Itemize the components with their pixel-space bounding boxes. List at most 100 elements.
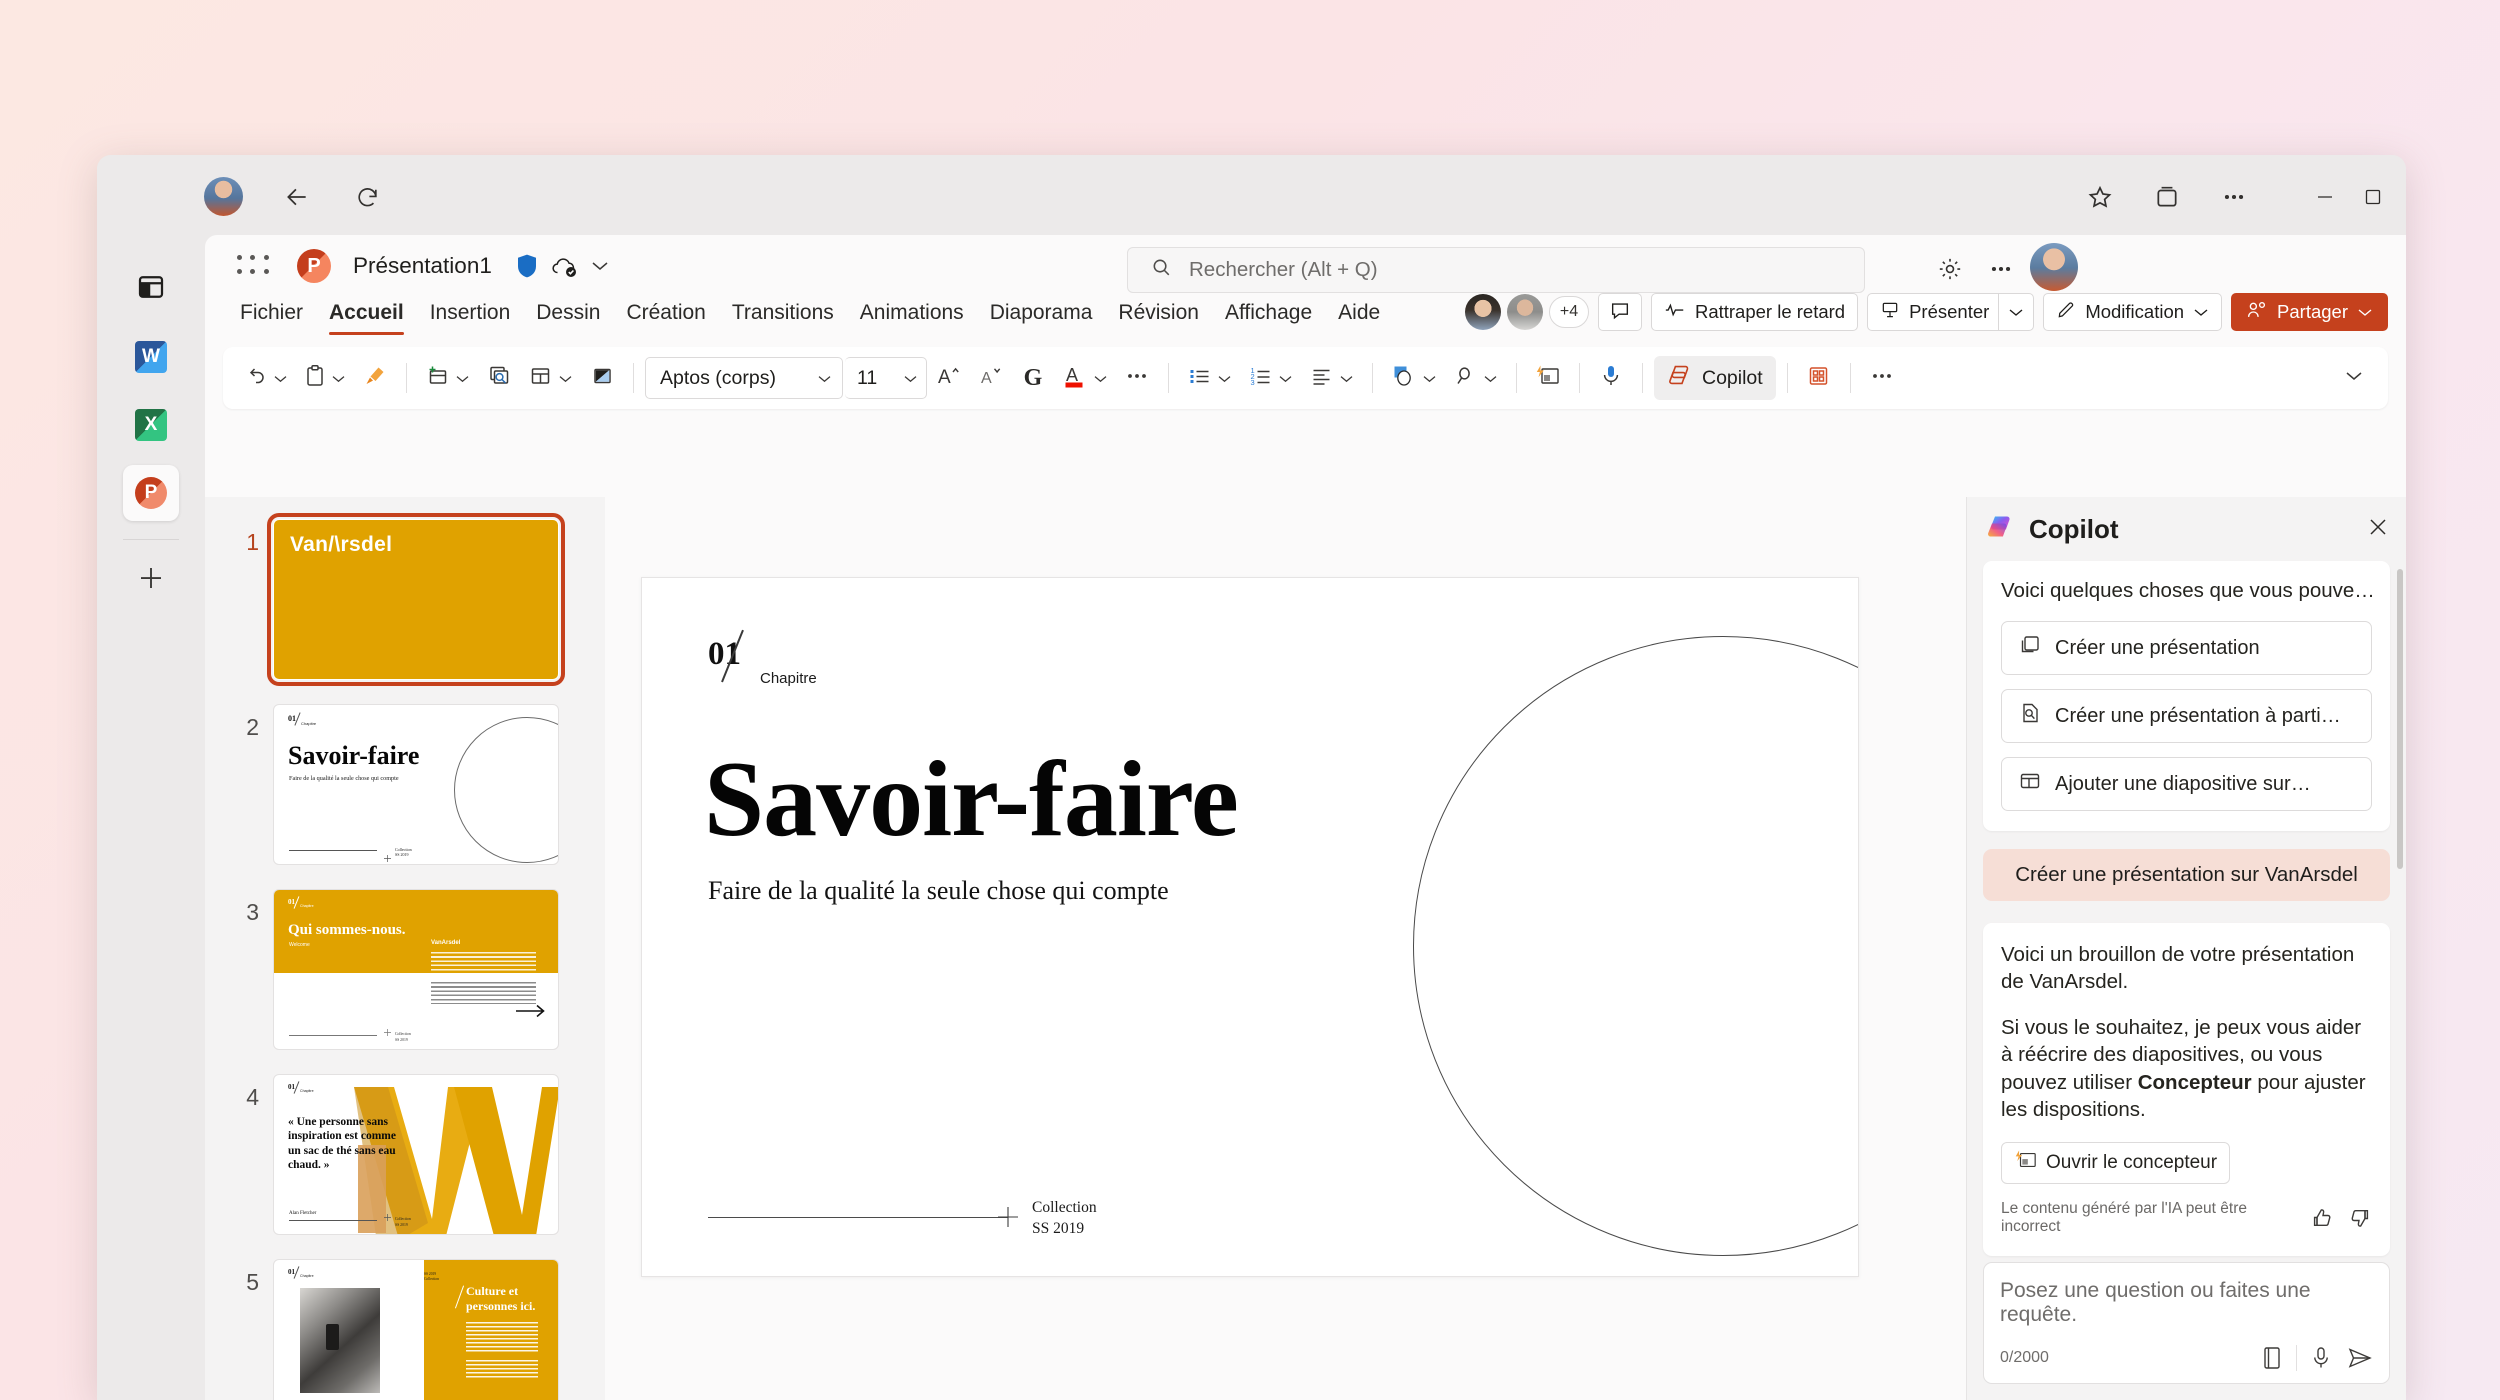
search-input[interactable]: Rechercher (Alt + Q) <box>1127 247 1865 293</box>
align-button[interactable] <box>1302 356 1361 400</box>
slide-thumbnail-3[interactable]: 01 Chapitre Qui sommes-nous. Welcome Van… <box>273 889 559 1050</box>
tab-revision[interactable]: Révision <box>1105 297 1212 325</box>
scrollbar[interactable] <box>2397 569 2403 869</box>
suggestion-create-from-file[interactable]: Créer une présentation à parti… <box>2001 689 2372 743</box>
close-icon[interactable] <box>2366 515 2390 544</box>
slide-thumbnail-5[interactable]: 01 Chapitre SS 2019 Collection Culture et… <box>273 1259 559 1400</box>
undo-button[interactable] <box>237 356 295 400</box>
format-painter-button[interactable] <box>355 356 395 400</box>
gear-icon[interactable] <box>1930 249 1970 289</box>
copilot-input-placeholder[interactable]: Posez une question ou faites une requête… <box>2000 1279 2373 1327</box>
copilot-prompt-box[interactable]: Posez une question ou faites une requête… <box>1983 1262 2390 1384</box>
find-button[interactable] <box>1446 356 1505 400</box>
browser-more-icon[interactable] <box>2212 175 2256 219</box>
collaborator-avatar[interactable] <box>1464 294 1501 330</box>
tab-fichier[interactable]: Fichier <box>227 297 316 325</box>
add-favorite-icon[interactable] <box>2078 175 2122 219</box>
chevron-down-icon[interactable] <box>590 259 610 278</box>
copilot-conversation[interactable]: Voici quelques choses que vous pouve… Cr… <box>1967 561 2406 1262</box>
suggestion-create-presentation[interactable]: Créer une présentation <box>2001 621 2372 675</box>
page-title[interactable]: Présentation1 <box>353 253 492 279</box>
close-icon[interactable] <box>2398 177 2406 217</box>
tab-affichage[interactable]: Affichage <box>1212 297 1325 325</box>
layout-button[interactable] <box>521 356 580 400</box>
font-size-select[interactable]: 11 <box>845 357 927 399</box>
slide-subtitle[interactable]: Faire de la qualité la seule chose qui c… <box>708 876 1169 906</box>
tab-aide[interactable]: Aide <box>1325 297 1393 325</box>
comments-button[interactable] <box>1597 293 1642 331</box>
cloud-saved-icon[interactable] <box>550 255 580 284</box>
designer-button[interactable] <box>1528 356 1568 400</box>
tab-animations[interactable]: Animations <box>847 297 977 325</box>
prompt-book-icon[interactable] <box>2260 1345 2284 1371</box>
send-icon[interactable] <box>2347 1346 2373 1370</box>
section-button[interactable] <box>582 356 622 400</box>
slide-canvas-area[interactable]: 01 Chapitre Savoir-faire Faire de la qua… <box>605 497 1966 1400</box>
back-arrow-icon[interactable] <box>275 175 319 219</box>
tab-diaporama[interactable]: Diaporama <box>977 297 1106 325</box>
share-button[interactable]: Partager <box>2231 293 2388 331</box>
reset-slide-button[interactable] <box>479 356 519 400</box>
avatar[interactable] <box>2030 243 2078 291</box>
sidebar-item-excel[interactable]: X <box>123 397 179 453</box>
thumbs-down-icon[interactable] <box>2348 1206 2372 1230</box>
tab-accueil[interactable]: Accueil <box>316 297 417 335</box>
list-item[interactable]: 2 01 Chapitre Savoir-faire Faire de la q… <box>205 704 605 865</box>
more-font-options-button[interactable] <box>1117 356 1157 400</box>
toolbar-divider <box>1849 363 1851 393</box>
editing-mode-button[interactable]: Modification <box>2043 293 2223 331</box>
tab-dessin[interactable]: Dessin <box>523 297 613 325</box>
present-button[interactable]: Présenter <box>1867 293 2035 331</box>
slide-title[interactable]: Savoir-faire <box>704 746 1239 854</box>
sidebar-item-word[interactable]: W <box>123 329 179 385</box>
bullet-list-button[interactable] <box>1180 356 1239 400</box>
tab-insertion[interactable]: Insertion <box>417 297 524 325</box>
suggestion-add-slide[interactable]: Ajouter une diapositive sur… <box>2001 757 2372 811</box>
slide-thumbnail-4[interactable]: 01 Chapitre « Une personne sans inspirat… <box>273 1074 559 1235</box>
new-slide-button[interactable] <box>418 356 477 400</box>
grow-font-button[interactable]: A <box>929 356 969 400</box>
minimize-icon[interactable] <box>2302 177 2348 217</box>
add-app-icon <box>136 563 166 598</box>
open-designer-button[interactable]: Ouvrir le concepteur <box>2001 1141 2231 1184</box>
collaborator-overflow-count[interactable]: +4 <box>1548 296 1589 328</box>
list-item[interactable]: 5 01 Chapitre SS 2019 Collection Culture … <box>205 1259 605 1400</box>
present-icon <box>1880 300 1900 325</box>
catch-up-button[interactable]: Rattraper le retard <box>1650 293 1859 331</box>
shrink-font-button[interactable]: A <box>971 356 1011 400</box>
list-item[interactable]: 3 01 Chapitre Qui sommes-nous. Welcome V… <box>205 889 605 1050</box>
maximize-icon[interactable] <box>2350 177 2396 217</box>
sidebar-item-powerpoint[interactable]: P <box>123 465 179 521</box>
present-dropdown[interactable] <box>1998 294 2033 330</box>
copilot-button[interactable]: Copilot <box>1654 356 1776 400</box>
shapes-button[interactable] <box>1384 356 1444 400</box>
slide-thumbnail-2[interactable]: 01 Chapitre Savoir-faire Faire de la qua… <box>273 704 559 865</box>
slide-thumbnail-1[interactable]: Van/\rsdel <box>267 513 565 686</box>
collapse-ribbon-button[interactable] <box>2334 356 2374 400</box>
microphone-icon[interactable] <box>2309 1345 2333 1371</box>
current-slide[interactable]: 01 Chapitre Savoir-faire Faire de la qua… <box>641 577 1859 1277</box>
reload-icon[interactable] <box>345 175 389 219</box>
font-name-select[interactable]: Aptos (corps) <box>645 357 843 399</box>
bold-button[interactable]: G <box>1013 356 1053 400</box>
collections-icon[interactable] <box>2145 175 2189 219</box>
app-launcher-icon[interactable] <box>237 255 273 279</box>
font-color-button[interactable]: A <box>1055 356 1115 400</box>
add-ins-button[interactable] <box>1799 356 1839 400</box>
toolbar-overflow-button[interactable] <box>1862 356 1902 400</box>
tab-transitions[interactable]: Transitions <box>719 297 847 325</box>
list-item[interactable]: 1 Van/\rsdel <box>205 513 605 686</box>
sidebar-item-toggle[interactable] <box>123 261 179 317</box>
browser-profile-avatar[interactable] <box>204 177 243 216</box>
collaborator-facepile[interactable]: +4 <box>1464 294 1589 330</box>
slide-thumbnail-pane[interactable]: 1 Van/\rsdel 2 01 Chapitre Savoir-faire … <box>205 497 605 1400</box>
sidebar-item-add[interactable] <box>123 552 179 608</box>
more-options-icon[interactable] <box>1981 249 2021 289</box>
numbered-list-button[interactable]: 123 <box>1241 356 1300 400</box>
dictate-button[interactable] <box>1591 356 1631 400</box>
paste-button[interactable] <box>297 356 353 400</box>
collaborator-avatar[interactable] <box>1506 294 1543 330</box>
list-item[interactable]: 4 01 Chapitre « Une personne sans inspir… <box>205 1074 605 1235</box>
thumbs-up-icon[interactable] <box>2310 1206 2334 1230</box>
tab-creation[interactable]: Création <box>613 297 718 325</box>
